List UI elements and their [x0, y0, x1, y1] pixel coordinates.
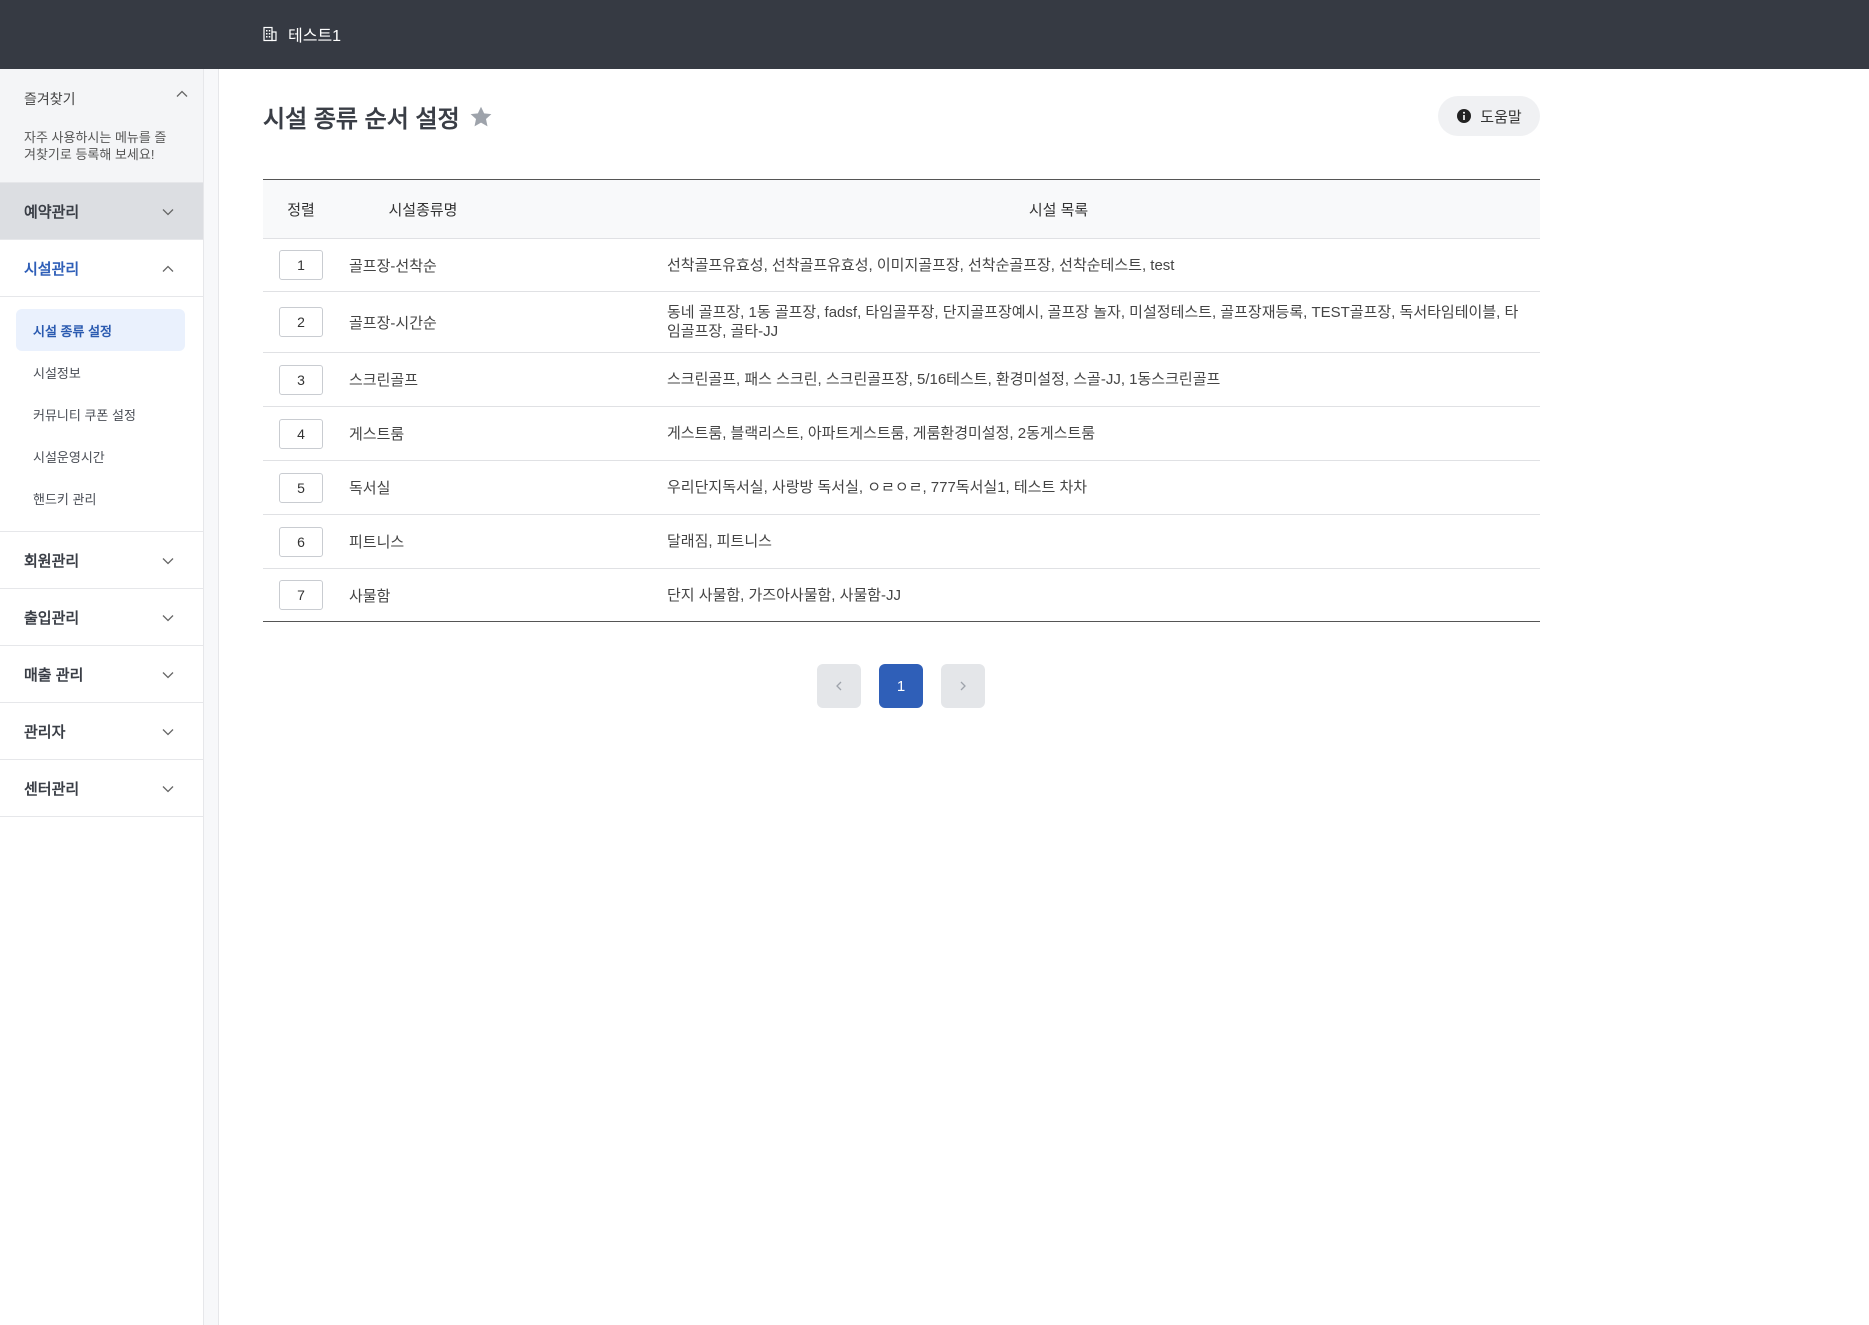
table-row: 3 스크린골프 스크린골프, 패스 스크린, 스크린골프장, 5/16테스트, … — [263, 352, 1540, 407]
menu-group-reservation[interactable]: 예약관리 — [0, 183, 203, 240]
menu-group-label: 시설관리 — [24, 260, 80, 278]
chevron-up-icon — [162, 265, 174, 272]
facility-type-name: 게스트룸 — [339, 406, 577, 461]
favorites-description: 자주 사용하시는 메뉴를 즐겨찾기로 등록해 보세요! — [24, 130, 167, 162]
facility-type-name: 사물함 — [349, 587, 391, 605]
column-header-list: 시설 목록 — [577, 179, 1540, 239]
sidebar-divider — [204, 69, 219, 1325]
facility-list: 달래짐, 피트니스 — [577, 514, 1540, 569]
page-title: 시설 종류 순서 설정 — [263, 99, 494, 134]
order-input[interactable]: 4 — [279, 418, 323, 449]
facility-list: 우리단지독서실, 사랑방 독서실, ㅇㄹㅇㄹ, 777독서실1, 테스트 차차 — [577, 460, 1540, 515]
menu-group-sales[interactable]: 매출 관리 — [0, 646, 203, 703]
help-label: 도움말 — [1480, 108, 1522, 126]
table-row: 2 골프장-시간순 동네 골프장, 1동 골프장, fadsf, 타임골푸장, … — [263, 291, 1540, 353]
order-input[interactable]: 7 — [279, 580, 323, 610]
table-row: 5 독서실 우리단지독서실, 사랑방 독서실, ㅇㄹㅇㄹ, 777독서실1, 테… — [263, 460, 1540, 515]
column-header-name: 시설종류명 — [339, 179, 577, 239]
favorites-title[interactable]: 즐겨찾기 — [24, 89, 179, 109]
menu-group-center[interactable]: 센터관리 — [0, 760, 203, 817]
sidebar-item-handkey[interactable]: 핸드키 관리 — [16, 477, 185, 519]
facility-type-name: 골프장-선착순 — [339, 238, 577, 292]
info-icon — [1457, 109, 1472, 123]
facility-list: 선착골프유효성, 선착골프유효성, 이미지골프장, 선착순골프장, 선착순테스트… — [577, 238, 1540, 292]
table-row: 4 게스트룸 게스트룸, 블랙리스트, 아파트게스트룸, 게룸환경미설정, 2동… — [263, 406, 1540, 461]
order-input[interactable]: 5 — [279, 472, 323, 503]
chevron-up-icon[interactable] — [175, 87, 189, 101]
chevron-down-icon — [162, 558, 174, 565]
menu-group-facility[interactable]: 시설관리 — [0, 240, 203, 297]
star-icon[interactable] — [468, 104, 494, 130]
menu-group-label: 예약관리 — [24, 203, 80, 221]
table-row: 7 사물함 단지 사물함, 가즈아사물함, 사물함-JJ — [263, 569, 1540, 622]
prev-page-button[interactable] — [817, 664, 861, 708]
menu-group-label: 회원관리 — [24, 552, 80, 570]
facility-list: 동네 골프장, 1동 골프장, fadsf, 타임골푸장, 단지골프장예시, 골… — [577, 291, 1540, 353]
site-name: 테스트1 — [288, 28, 342, 45]
page-title-text: 시설 종류 순서 설정 — [263, 106, 460, 133]
next-page-button[interactable] — [941, 664, 985, 708]
column-header-order: 정렬 — [263, 179, 339, 239]
chevron-left-icon — [836, 681, 842, 691]
pagination: 1 — [817, 664, 1003, 708]
order-input[interactable]: 6 — [279, 526, 323, 557]
favorites-panel: 즐겨찾기 자주 사용하시는 메뉴를 즐겨찾기로 등록해 보세요! — [0, 69, 203, 183]
chevron-down-icon — [162, 729, 174, 736]
chevron-down-icon — [162, 209, 174, 216]
table-header-row: 정렬 시설종류명 시설 목록 — [263, 179, 1540, 239]
facility-list: 단지 사물함, 가즈아사물함, 사물함-JJ — [667, 586, 902, 604]
menu-group-label: 관리자 — [24, 723, 66, 741]
table-row: 1 골프장-선착순 선착골프유효성, 선착골프유효성, 이미지골프장, 선착순골… — [263, 238, 1540, 292]
sidebar-item-community-coupon[interactable]: 커뮤니티 쿠폰 설정 — [16, 393, 185, 435]
facility-list: 게스트룸, 블랙리스트, 아파트게스트룸, 게룸환경미설정, 2동게스트룸 — [577, 406, 1540, 461]
facility-type-table: 정렬 시설종류명 시설 목록 1 골프장-선착순 선착골프유효성, 선착골프유효… — [263, 179, 1540, 622]
chevron-down-icon — [162, 615, 174, 622]
top-bar: 테스트1 — [0, 0, 1869, 69]
facility-type-name: 독서실 — [339, 460, 577, 515]
sidebar: 즐겨찾기 자주 사용하시는 메뉴를 즐겨찾기로 등록해 보세요! 예약관리 시설… — [0, 69, 204, 1325]
chevron-down-icon — [162, 786, 174, 793]
order-input[interactable]: 1 — [279, 250, 323, 280]
building-icon — [263, 26, 277, 42]
menu-group-access[interactable]: 출입관리 — [0, 589, 203, 646]
chevron-down-icon — [162, 672, 174, 679]
sidebar-item-operating-hours[interactable]: 시설운영시간 — [16, 435, 185, 477]
menu-group-label: 매출 관리 — [24, 666, 84, 684]
site-selector[interactable]: 테스트1 — [262, 22, 341, 46]
table-row: 6 피트니스 달래짐, 피트니스 — [263, 514, 1540, 569]
menu-group-label: 센터관리 — [24, 780, 80, 798]
menu-group-admin[interactable]: 관리자 — [0, 703, 203, 760]
facility-submenu: 시설 종류 설정 시설정보 커뮤니티 쿠폰 설정 시설운영시간 핸드키 관리 — [0, 297, 203, 532]
page-button-current[interactable]: 1 — [879, 664, 923, 708]
help-button[interactable]: 도움말 — [1438, 96, 1540, 136]
chevron-right-icon — [960, 681, 966, 691]
facility-type-name: 스크린골프 — [339, 352, 577, 407]
menu-group-members[interactable]: 회원관리 — [0, 532, 203, 589]
sidebar-item-facility-type-settings[interactable]: 시설 종류 설정 — [16, 309, 185, 351]
facility-type-name: 골프장-시간순 — [339, 291, 577, 353]
menu-group-label: 출입관리 — [24, 609, 80, 627]
sidebar-item-facility-info[interactable]: 시설정보 — [16, 351, 185, 393]
order-input[interactable]: 2 — [279, 307, 323, 337]
facility-list: 스크린골프, 패스 스크린, 스크린골프장, 5/16테스트, 환경미설정, 스… — [577, 352, 1540, 407]
facility-type-name: 피트니스 — [339, 514, 577, 569]
order-input[interactable]: 3 — [279, 364, 323, 395]
